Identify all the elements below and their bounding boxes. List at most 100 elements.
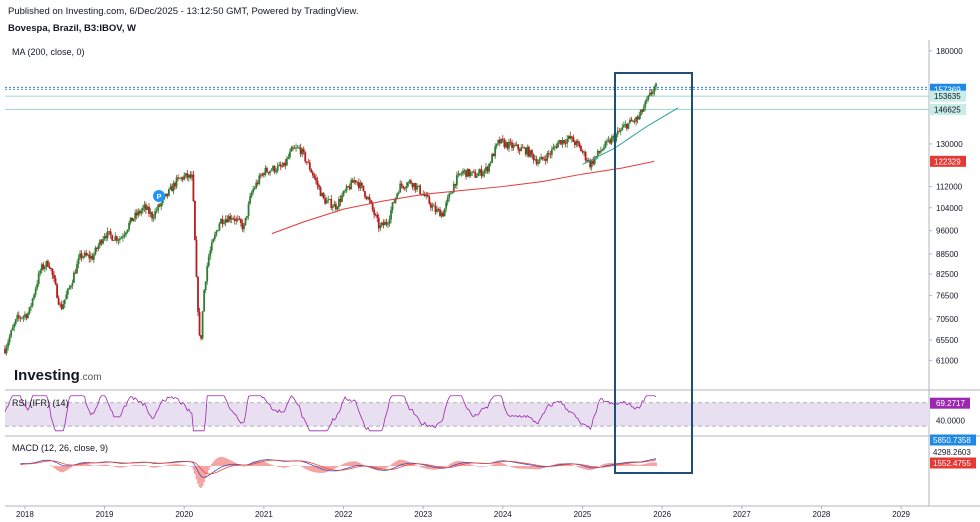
candle bbox=[151, 212, 153, 219]
candle bbox=[561, 140, 564, 145]
macd-hist-bar bbox=[207, 466, 210, 471]
macd-hist-bar bbox=[331, 466, 334, 470]
macd-hist-bar bbox=[603, 464, 605, 466]
candle bbox=[239, 219, 242, 223]
candle bbox=[442, 212, 444, 217]
candle bbox=[102, 239, 104, 244]
macd-hist-bar bbox=[157, 466, 160, 468]
candle bbox=[399, 183, 402, 193]
macd-hist-bar bbox=[181, 464, 184, 466]
candle bbox=[4, 348, 6, 354]
candle bbox=[639, 109, 642, 116]
y-tick-label: 96000 bbox=[936, 227, 959, 236]
candle bbox=[606, 140, 608, 142]
macd-hist-bar bbox=[344, 463, 346, 466]
candle bbox=[79, 253, 81, 259]
candle bbox=[518, 149, 521, 152]
macd-hist-bar bbox=[520, 466, 523, 469]
candle bbox=[509, 141, 512, 143]
candle bbox=[221, 218, 224, 224]
macd-hist-bar bbox=[433, 466, 435, 470]
candle bbox=[261, 173, 264, 176]
candle bbox=[56, 284, 58, 298]
candle bbox=[236, 218, 239, 220]
candle bbox=[347, 186, 350, 187]
candle bbox=[393, 202, 395, 204]
macd-hist-bar bbox=[304, 466, 307, 469]
candle bbox=[180, 177, 183, 179]
candle bbox=[547, 153, 550, 154]
candle bbox=[648, 92, 651, 96]
candle bbox=[549, 153, 552, 155]
candle bbox=[198, 311, 201, 336]
candle bbox=[500, 138, 503, 144]
candle bbox=[243, 224, 245, 230]
candle bbox=[429, 203, 432, 208]
candle bbox=[65, 294, 68, 300]
candle bbox=[482, 173, 484, 177]
macd-hist-bar bbox=[267, 463, 270, 466]
macd-hist-bar bbox=[220, 456, 222, 466]
macd-hist-bar bbox=[393, 462, 395, 466]
candle bbox=[330, 199, 333, 208]
candle bbox=[373, 209, 376, 215]
macd-hist-bar bbox=[302, 466, 305, 468]
macd-hist-bar bbox=[383, 466, 386, 469]
candle bbox=[40, 264, 43, 271]
candle bbox=[96, 247, 98, 249]
y-tick-label: 180000 bbox=[936, 47, 963, 56]
candle bbox=[474, 171, 477, 178]
macd-hist-bar bbox=[491, 464, 494, 466]
candle bbox=[210, 242, 213, 251]
candle bbox=[480, 169, 483, 177]
candle bbox=[289, 151, 291, 158]
candle bbox=[105, 235, 107, 238]
candle bbox=[57, 297, 60, 305]
candle bbox=[224, 219, 227, 223]
candle bbox=[569, 135, 572, 139]
candle bbox=[598, 150, 601, 153]
candle bbox=[448, 193, 451, 198]
candle bbox=[344, 190, 346, 192]
y-tick-label: 130000 bbox=[936, 140, 963, 149]
macd-hist-bar bbox=[301, 466, 304, 468]
candle bbox=[618, 131, 621, 132]
candle bbox=[417, 185, 420, 187]
candle bbox=[446, 197, 449, 203]
candle bbox=[333, 203, 336, 207]
macd-hist-bar bbox=[50, 465, 52, 466]
candle bbox=[307, 162, 310, 164]
macd-hist-bar bbox=[497, 462, 500, 466]
macd-hist-bar bbox=[336, 466, 339, 468]
candle bbox=[638, 115, 641, 120]
candle bbox=[383, 221, 386, 226]
macd-hist-bar bbox=[318, 466, 320, 473]
candle bbox=[445, 202, 448, 209]
macd-hist-bar bbox=[155, 466, 158, 468]
candle bbox=[321, 192, 323, 197]
candle bbox=[425, 194, 428, 197]
candle bbox=[302, 148, 305, 153]
candle bbox=[567, 135, 570, 140]
candle bbox=[7, 342, 9, 348]
macd-hist-bar bbox=[131, 465, 134, 466]
candle bbox=[103, 235, 106, 240]
candle bbox=[115, 236, 118, 241]
macd-hist-bar bbox=[152, 466, 155, 468]
candle bbox=[315, 177, 317, 181]
macd-hist-bar bbox=[115, 466, 118, 468]
macd-hist-bar bbox=[635, 464, 638, 466]
candle bbox=[555, 146, 558, 148]
macd-hist-bar bbox=[341, 464, 343, 466]
candle bbox=[184, 173, 187, 176]
candle bbox=[187, 174, 190, 178]
macd-hist-bar bbox=[88, 464, 91, 466]
macd-hist-bar bbox=[56, 466, 58, 471]
macd-hist-bar bbox=[578, 466, 581, 468]
macd-hist-bar bbox=[215, 458, 218, 466]
macd-hist-bar bbox=[644, 463, 647, 466]
macd-hist-bar bbox=[351, 461, 354, 466]
macd-hist-bar bbox=[270, 464, 273, 466]
candle bbox=[301, 148, 304, 155]
macd-hist-bar bbox=[575, 466, 578, 467]
